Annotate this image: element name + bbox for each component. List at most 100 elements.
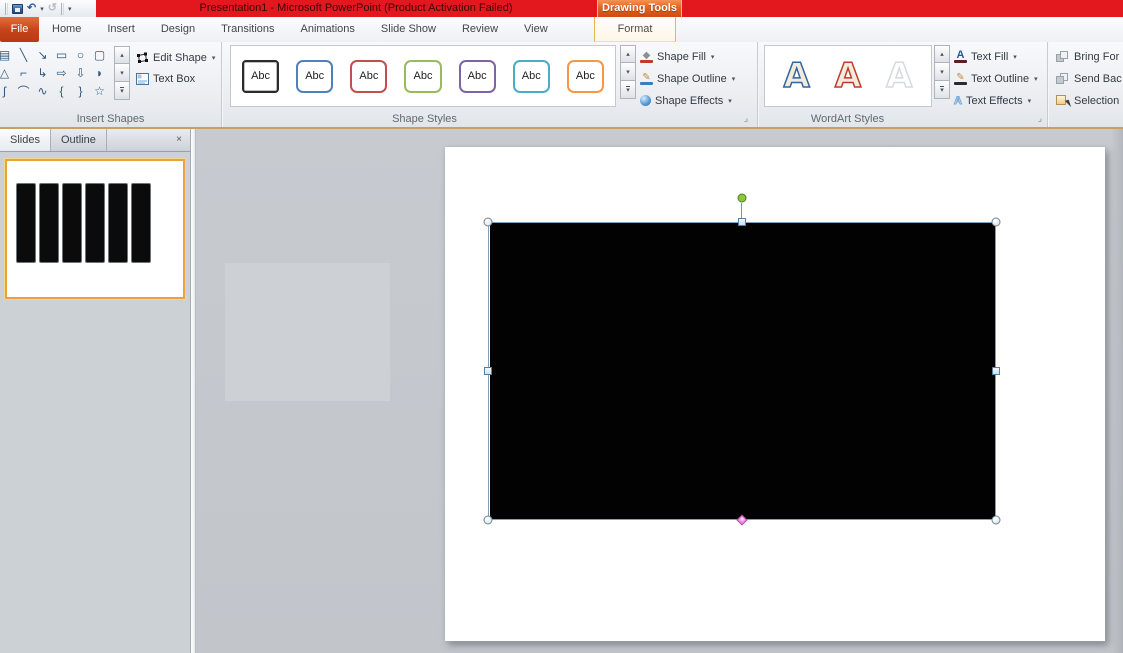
- resize-handle-bottom-left[interactable]: [483, 515, 493, 525]
- chevron-down-icon: ▾: [728, 97, 732, 105]
- wordart-dialog-launcher-icon[interactable]: ⌟: [1034, 112, 1046, 124]
- selection-pane-button[interactable]: Selection: [1056, 91, 1119, 110]
- tab-transitions[interactable]: Transitions: [208, 17, 287, 42]
- black-rectangle-shape[interactable]: [490, 223, 995, 519]
- shape-rounded-rectangle-icon[interactable]: ▢: [90, 46, 109, 64]
- tab-outline[interactable]: Outline: [51, 129, 107, 151]
- wordart-style-blue[interactable]: A: [783, 58, 811, 94]
- shape-fill-icon: ◆: [640, 50, 653, 63]
- rotate-handle[interactable]: [737, 193, 747, 203]
- text-box-icon: [136, 72, 149, 85]
- redo-icon: ↺: [47, 2, 57, 14]
- group-insert-shapes: ▤ ╲ ↘ ▭ ○ ▢ △ ⌐ ↳ ⇨ ⇩ ◗ ʃ ⌒ ∿ { } ☆ ▴ ▾ …: [0, 42, 222, 127]
- shape-right-brace-icon[interactable]: }: [71, 82, 90, 100]
- shape-curve-icon[interactable]: ∿: [33, 82, 52, 100]
- wordart-style-red[interactable]: A: [834, 58, 862, 94]
- shape-style-orange[interactable]: Abc: [566, 59, 604, 93]
- chevron-down-icon: ▾: [710, 53, 715, 61]
- wordart-scroll-down-button[interactable]: ▾: [934, 63, 950, 81]
- text-outline-icon: ✎: [954, 72, 967, 85]
- send-backward-button[interactable]: Send Bac: [1056, 69, 1122, 88]
- shape-elbow-connector-icon[interactable]: ⌐: [14, 64, 33, 82]
- shape-textbox-icon[interactable]: ▤: [0, 46, 14, 64]
- shape-elbow-arrow-icon[interactable]: ↳: [33, 64, 52, 82]
- group-arrange: Bring For Send Bac Selection: [1048, 42, 1123, 127]
- shape-style-purple[interactable]: Abc: [458, 59, 496, 93]
- gallery-scroll-up-button[interactable]: ▴: [114, 46, 130, 64]
- shape-down-arrow-icon[interactable]: ⇩: [71, 64, 90, 82]
- gallery-more-button[interactable]: ▾: [114, 82, 130, 100]
- shape-scribble-icon[interactable]: ʃ: [0, 82, 14, 100]
- undo-dropdown-icon[interactable]: ▾: [40, 5, 44, 13]
- text-outline-button[interactable]: ✎ Text Outline ▾: [954, 69, 1038, 88]
- shape-style-cyan[interactable]: Abc: [512, 59, 550, 93]
- shape-outline-button[interactable]: ✎ Shape Outline ▾: [640, 69, 735, 88]
- shape-gallery-scrollbar: ▴ ▾ ▾: [114, 46, 130, 100]
- shape-arrow-icon[interactable]: ↘: [33, 46, 52, 64]
- shape-styles-dialog-launcher-icon[interactable]: ⌟: [740, 112, 752, 124]
- resize-handle-top-right[interactable]: [991, 217, 1001, 227]
- text-fill-button[interactable]: A Text Fill ▾: [954, 47, 1017, 66]
- group-label-insert-shapes: Insert Shapes: [76, 113, 145, 125]
- resize-handle-top-center[interactable]: [738, 218, 746, 226]
- wordart-more-button[interactable]: ▾: [934, 81, 950, 99]
- shape-style-green[interactable]: Abc: [404, 59, 442, 93]
- edit-shape-button[interactable]: Edit Shape ▾: [136, 48, 215, 67]
- slide-thumbnail-selected[interactable]: [4, 158, 186, 300]
- shape-fill-button[interactable]: ◆ Shape Fill ▾: [640, 47, 714, 66]
- chevron-down-icon: ▾: [1027, 97, 1032, 105]
- style-scroll-up-button[interactable]: ▴: [620, 45, 636, 63]
- shape-right-arrow-icon[interactable]: ⇨: [52, 64, 71, 82]
- shape-gallery: ▤ ╲ ↘ ▭ ○ ▢ △ ⌐ ↳ ⇨ ⇩ ◗ ʃ ⌒ ∿ { } ☆: [0, 46, 111, 100]
- wordart-gallery: A A A: [764, 45, 932, 107]
- tab-insert[interactable]: Insert: [94, 17, 148, 42]
- powerpoint-window: ↶ ▾ ↺ ▾ Presentation1 - Microsoft PowerP…: [0, 0, 1123, 653]
- text-effects-button[interactable]: A Text Effects ▾: [954, 91, 1032, 110]
- customize-qat-icon[interactable]: ▾: [68, 5, 72, 13]
- style-scroll-down-button[interactable]: ▾: [620, 63, 636, 81]
- save-icon[interactable]: [12, 3, 23, 14]
- shape-effects-button[interactable]: Shape Effects ▾: [640, 91, 732, 110]
- resize-handle-middle-right[interactable]: [992, 367, 1000, 375]
- shape-style-red[interactable]: Abc: [350, 59, 388, 93]
- chevron-down-icon: ▾: [731, 75, 736, 83]
- shape-triangle-icon[interactable]: △: [0, 64, 14, 82]
- shape-style-blue[interactable]: Abc: [296, 59, 334, 93]
- text-box-button[interactable]: Text Box: [136, 69, 195, 88]
- tab-home[interactable]: Home: [39, 17, 94, 42]
- shape-line-icon[interactable]: ╲: [14, 46, 33, 64]
- tab-slides[interactable]: Slides: [0, 129, 51, 151]
- tab-animations[interactable]: Animations: [288, 17, 368, 42]
- shape-arc-icon[interactable]: ⌒: [14, 82, 33, 100]
- resize-handle-top-left[interactable]: [483, 217, 493, 227]
- tab-design[interactable]: Design: [148, 17, 208, 42]
- resize-handle-middle-left[interactable]: [484, 367, 492, 375]
- workspace-artifact: [225, 263, 390, 401]
- bring-forward-icon: [1056, 50, 1070, 63]
- shape-left-brace-icon[interactable]: {: [52, 82, 71, 100]
- gallery-scroll-down-button[interactable]: ▾: [114, 64, 130, 82]
- thumbnail-bar: [131, 183, 151, 263]
- shape-oval-icon[interactable]: ○: [71, 46, 90, 64]
- text-box-label: Text Box: [153, 72, 196, 85]
- shape-teardrop-icon[interactable]: ◗: [90, 64, 109, 82]
- qat-separator: [60, 2, 64, 15]
- resize-handle-bottom-right[interactable]: [991, 515, 1001, 525]
- tab-file[interactable]: File: [0, 17, 39, 42]
- tab-view[interactable]: View: [511, 17, 561, 42]
- close-panel-icon[interactable]: ×: [168, 129, 190, 151]
- style-more-button[interactable]: ▾: [620, 81, 636, 99]
- shape-rectangle-icon[interactable]: ▭: [52, 46, 71, 64]
- chevron-down-icon: ▾: [1034, 75, 1038, 83]
- wordart-scroll-up-button[interactable]: ▴: [934, 45, 950, 63]
- tab-slide-show[interactable]: Slide Show: [368, 17, 449, 42]
- tab-format-active[interactable]: Format: [594, 17, 676, 42]
- thumbnail-bar: [62, 183, 82, 263]
- tab-review[interactable]: Review: [449, 17, 511, 42]
- shape-style-black[interactable]: Abc: [242, 59, 280, 93]
- undo-icon[interactable]: ↶: [27, 3, 36, 14]
- wordart-style-white[interactable]: A: [885, 58, 913, 94]
- quick-access-toolbar: ↶ ▾ ↺ ▾: [0, 0, 96, 17]
- shape-star-icon[interactable]: ☆: [90, 82, 109, 100]
- bring-forward-button[interactable]: Bring For: [1056, 47, 1119, 66]
